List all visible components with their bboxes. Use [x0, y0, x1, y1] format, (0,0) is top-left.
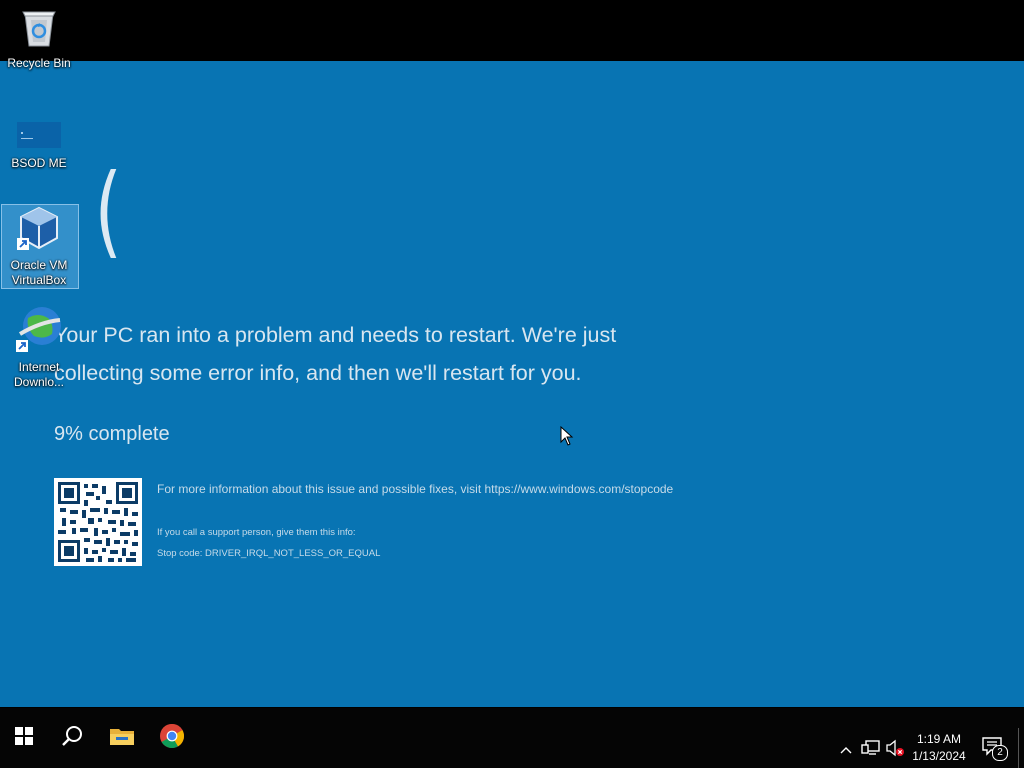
- desktop-icon-label: BSOD ME: [11, 156, 67, 170]
- action-center-button[interactable]: 2: [982, 737, 1008, 761]
- file-explorer-icon: [110, 726, 134, 750]
- clock-time: 1:19 AM: [916, 732, 962, 746]
- progress-text: 9% complete: [54, 423, 170, 445]
- virtualbox-icon: [15, 204, 63, 256]
- search-icon: [61, 725, 83, 751]
- bsod-shortcut-icon: [0, 120, 78, 154]
- notification-count-badge: 2: [992, 745, 1008, 761]
- stop-code-text: Stop code: DRIVER_IRQL_NOT_LESS_OR_EQUAL: [157, 548, 381, 559]
- qr-code-icon: [54, 478, 142, 566]
- desktop-icon-virtualbox[interactable]: Oracle VM VirtualBox: [0, 204, 78, 288]
- internet-download-manager-icon: [0, 304, 78, 358]
- clock[interactable]: 1:19 AM 1/13/2024: [904, 731, 974, 765]
- network-icon[interactable]: [861, 739, 881, 761]
- clock-date: 1/13/2024: [912, 749, 966, 763]
- file-explorer-button[interactable]: [98, 708, 146, 768]
- sad-face: (: [86, 152, 129, 269]
- error-message: Your PC ran into a problem and needs to …: [54, 323, 617, 385]
- chrome-icon: [160, 723, 185, 752]
- desktop-icon-label: Recycle Bin: [7, 56, 71, 70]
- recycle-bin-icon: [0, 6, 78, 54]
- mouse-cursor-icon: [560, 425, 574, 450]
- desktop-icon-label: Internet Downlo...: [13, 360, 65, 389]
- search-button[interactable]: [48, 708, 96, 768]
- start-button[interactable]: [0, 708, 48, 768]
- desktop-top-area: [0, 0, 1024, 61]
- desktop-icon-bsod-me[interactable]: BSOD ME: [0, 120, 78, 171]
- desktop-icon-recycle-bin[interactable]: Recycle Bin: [0, 6, 78, 71]
- desktop-icon-label: Oracle VM VirtualBox: [10, 258, 68, 287]
- more-info-text: For more information about this issue an…: [157, 482, 674, 496]
- notification-icon: 2: [982, 737, 1008, 761]
- chevron-up-icon[interactable]: [839, 741, 853, 760]
- desktop-icon-internet-download-manager[interactable]: Internet Downlo...: [0, 304, 78, 390]
- show-desktop-button[interactable]: [1018, 728, 1019, 768]
- chrome-button[interactable]: [148, 708, 196, 768]
- volume-muted-icon[interactable]: [885, 739, 905, 761]
- start-icon: [15, 727, 33, 749]
- support-text: If you call a support person, give them …: [157, 527, 356, 538]
- bsod-screen: ( Your PC ran into a problem and needs t…: [0, 61, 1024, 707]
